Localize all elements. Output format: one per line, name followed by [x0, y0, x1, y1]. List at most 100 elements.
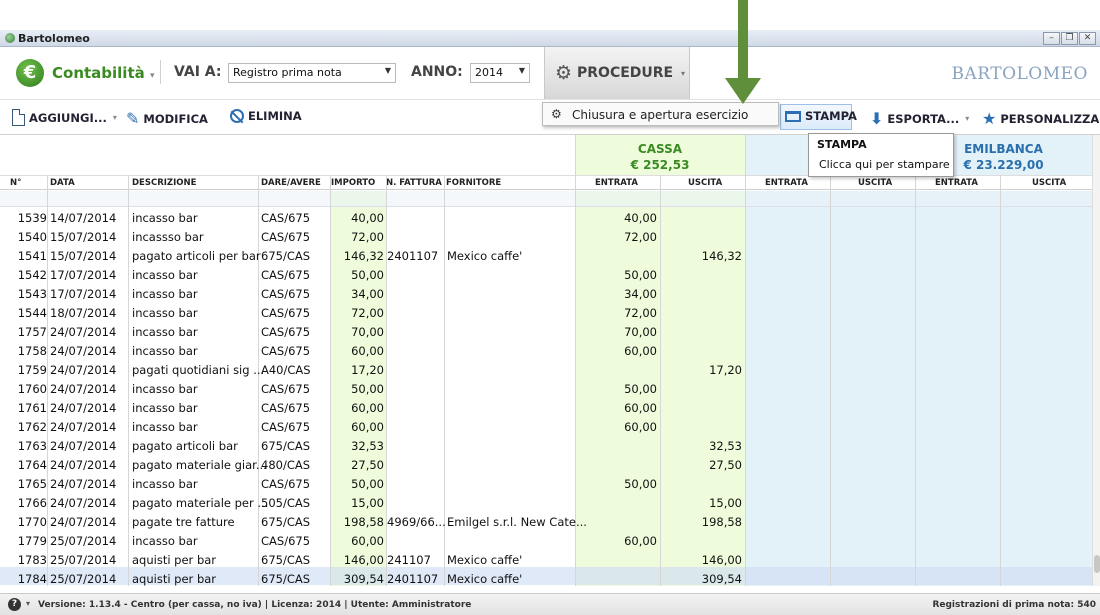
table-row[interactable]: 1765 24/07/2014 incasso bar CAS/675 50,00 50,… [0, 475, 1092, 493]
cell-usc: 15,00 [709, 496, 742, 510]
minimize-button[interactable]: – [1043, 32, 1060, 45]
cell-imp: 146,32 [343, 249, 384, 263]
cell-data: 24/07/2014 [50, 439, 117, 453]
cell-data: 24/07/2014 [50, 496, 117, 510]
cell-usc: 146,32 [701, 249, 742, 263]
table-row[interactable]: 1764 24/07/2014 pagato materiale giar... 48… [0, 456, 1092, 474]
cell-usc: 27,50 [709, 458, 742, 472]
table-row[interactable]: 1544 18/07/2014 incasso bar CAS/675 72,00 72,… [0, 304, 1092, 322]
aggiungi-button[interactable]: AGGIUNGI... ▾ [12, 109, 117, 126]
cell-desc: aquisti per bar [132, 572, 217, 586]
cell-desc: incasso bar [132, 268, 198, 282]
table-row[interactable]: 1779 25/07/2014 incasso bar CAS/675 60,00 60,… [0, 532, 1092, 550]
cell-data: 17/07/2014 [50, 287, 117, 301]
esporta-button[interactable]: ⬇ ESPORTA... ▾ [870, 109, 969, 128]
table-row[interactable]: 1543 17/07/2014 incasso bar CAS/675 34,00 34,… [0, 285, 1092, 303]
chevron-down-icon: ▾ [149, 71, 155, 81]
col-importo[interactable]: IMPORTO [331, 178, 375, 188]
cell-usc: 32,53 [709, 439, 742, 453]
cell-data: 15/07/2014 [50, 249, 117, 263]
cell-desc: incasso bar [132, 477, 198, 491]
cell-desc: pagate tre fatture [132, 515, 235, 529]
col-n-fattura[interactable]: N. FATTURA [386, 178, 442, 188]
scrollbar-thumb[interactable] [1094, 555, 1100, 573]
cell-da: 675/CAS [261, 572, 311, 586]
table-row[interactable]: 1759 24/07/2014 pagati quotidiani sig ... A… [0, 361, 1092, 379]
col-emil-uscita[interactable]: USCITA [1032, 178, 1066, 188]
col-uc-entrata[interactable]: ENTRATA [765, 178, 808, 188]
table-row[interactable]: 1783 25/07/2014 aquisti per bar 675/CAS 146,… [0, 551, 1092, 569]
personalizza-button[interactable]: ★ PERSONALIZZA [982, 109, 1099, 128]
cell-da: CAS/675 [261, 230, 311, 244]
cell-usc: 309,54 [701, 572, 742, 586]
cell-imp: 15,00 [351, 496, 384, 510]
col-cassa-uscita[interactable]: USCITA [688, 178, 722, 188]
cell-da: CAS/675 [261, 477, 311, 491]
cell-desc: pagati quotidiani sig ... [132, 363, 265, 377]
status-info: Versione: 1.13.4 - Centro (per cassa, no… [38, 600, 472, 610]
restore-button[interactable]: ❐ [1061, 32, 1078, 45]
table-row[interactable]: 1541 15/07/2014 pagato articoli per bar 67… [0, 247, 1092, 265]
table-row[interactable]: 1539 14/07/2014 incasso bar CAS/675 40,00 40,… [0, 209, 1092, 227]
esporta-label: ESPORTA... [887, 111, 960, 126]
cell-desc: pagato materiale per ... [132, 496, 269, 510]
cell-desc: incasso bar [132, 211, 198, 225]
cell-da: 675/CAS [261, 553, 311, 567]
cell-imp: 32,53 [351, 439, 384, 453]
anno-select[interactable]: 2014 ▼ [470, 63, 530, 83]
table-row[interactable]: 1761 24/07/2014 incasso bar CAS/675 60,00 60,… [0, 399, 1092, 417]
col-dare-avere[interactable]: DARE/AVERE [261, 178, 321, 188]
modifica-button[interactable]: ✎ MODIFICA [126, 109, 208, 128]
tooltip-title: STAMPA [817, 138, 867, 151]
col-emil-entrata[interactable]: ENTRATA [935, 178, 978, 188]
close-button[interactable]: ✕ [1079, 32, 1096, 45]
table-row[interactable]: 1542 17/07/2014 incasso bar CAS/675 50,00 50,… [0, 266, 1092, 284]
col-fornitore[interactable]: FORNITORE [446, 178, 501, 188]
cell-data: 24/07/2014 [50, 363, 117, 377]
table-row[interactable]: 1758 24/07/2014 incasso bar CAS/675 60,00 60,… [0, 342, 1092, 360]
table-row[interactable]: 1540 15/07/2014 incassso bar CAS/675 72,00 72… [0, 228, 1092, 246]
cell-desc: pagato materiale giar... [132, 458, 267, 472]
col-cassa-entrata[interactable]: ENTRATA [595, 178, 638, 188]
chevron-down-icon[interactable]: ▾ [26, 599, 30, 608]
cell-da: CAS/675 [261, 420, 311, 434]
table-row[interactable]: 1784 25/07/2014 aquisti per bar 675/CAS 309,… [0, 570, 1092, 586]
cell-desc: incasso bar [132, 287, 198, 301]
cell-desc: incasso bar [132, 420, 198, 434]
menu-item-chiusura[interactable]: Chiusura e apertura esercizio [572, 108, 748, 122]
col-data[interactable]: DATA [50, 178, 75, 188]
table-row[interactable]: 1760 24/07/2014 incasso bar CAS/675 50,00 50,… [0, 380, 1092, 398]
table-row[interactable]: 1763 24/07/2014 pagato articoli bar 675/CAS… [0, 437, 1092, 455]
help-icon[interactable]: ? [8, 598, 21, 611]
module-selector[interactable]: Contabilità ▾ [52, 64, 155, 82]
cell-desc: incasso bar [132, 401, 198, 415]
column-headers: N° DATA DESCRIZIONE DARE/AVERE IMPORTO N… [0, 175, 1092, 190]
aggiungi-label: AGGIUNGI... [29, 110, 107, 125]
table-row[interactable]: 1766 24/07/2014 pagato materiale per ... 50… [0, 494, 1092, 512]
col-uc-uscita[interactable]: USCITA [858, 178, 892, 188]
app-icon [5, 33, 15, 43]
procedure-label: PROCEDURE [577, 65, 674, 81]
table-row[interactable]: 1757 24/07/2014 incasso bar CAS/675 70,00 70,… [0, 323, 1092, 341]
cell-n: 1779 [17, 534, 47, 548]
cell-data: 18/07/2014 [50, 306, 117, 320]
vertical-scrollbar[interactable] [1092, 135, 1100, 586]
cell-ent: 50,00 [624, 382, 657, 396]
col-n[interactable]: N° [10, 178, 21, 188]
table-row[interactable]: 1770 24/07/2014 pagate tre fatture 675/CAS 1… [0, 513, 1092, 531]
cell-ent: 70,00 [624, 325, 657, 339]
cell-imp: 309,54 [343, 572, 384, 586]
elimina-button[interactable]: ELIMINA [230, 109, 302, 123]
cassa-amount: € 252,53 [630, 158, 690, 172]
cell-imp: 60,00 [351, 344, 384, 358]
cell-fatt: 241107 [387, 553, 431, 567]
stampa-button[interactable]: STAMPA [785, 109, 857, 123]
filter-row[interactable] [0, 191, 1092, 207]
cell-desc: pagato articoli per bar [132, 249, 261, 263]
procedure-button[interactable]: ⚙ PROCEDURE ▾ [544, 47, 690, 99]
gear-icon: ⚙ [555, 62, 573, 84]
col-descrizione[interactable]: DESCRIZIONE [132, 178, 196, 188]
table-row[interactable]: 1762 24/07/2014 incasso bar CAS/675 60,00 60,… [0, 418, 1092, 436]
cell-data: 17/07/2014 [50, 268, 117, 282]
vai-a-select[interactable]: Registro prima nota ▼ [228, 63, 396, 83]
